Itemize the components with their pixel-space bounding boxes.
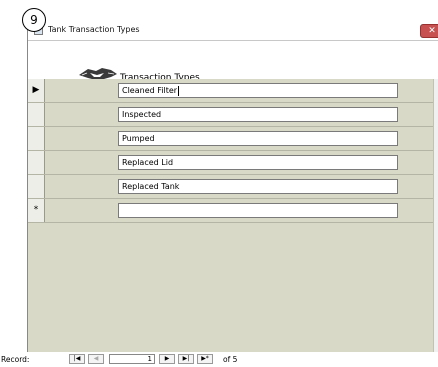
- record-selector[interactable]: [28, 103, 45, 126]
- transaction-type-field[interactable]: Cleaned Filter: [118, 83, 398, 98]
- record-row: Pumped: [28, 127, 438, 151]
- new-record-row: *: [28, 199, 438, 223]
- record-row: Replaced Lid: [28, 151, 438, 175]
- vertical-scrollbar[interactable]: [433, 79, 438, 354]
- callout-number: 9: [30, 13, 38, 27]
- record-row: ▶ Cleaned Filter: [28, 79, 438, 103]
- title-bar: Tank Transaction Types ✕: [28, 22, 438, 41]
- record-selector[interactable]: ▶: [28, 79, 45, 102]
- record-selector[interactable]: [28, 151, 45, 174]
- record-row: Replaced Tank: [28, 175, 438, 199]
- new-record-button[interactable]: ▶*: [197, 354, 213, 364]
- transaction-type-field[interactable]: Pumped: [118, 131, 398, 146]
- form-window: Tank Transaction Types ✕ Transaction Typ…: [27, 22, 438, 367]
- record-selector[interactable]: [28, 127, 45, 150]
- transaction-type-field[interactable]: Replaced Tank: [118, 179, 398, 194]
- text-caret: [178, 85, 180, 96]
- datasheet-area: ▶ Cleaned Filter Inspected Pumped Replac…: [28, 79, 438, 319]
- transaction-type-field[interactable]: Replaced Lid: [118, 155, 398, 170]
- new-record-selector[interactable]: *: [28, 199, 45, 222]
- record-row: Inspected: [28, 103, 438, 127]
- previous-record-button[interactable]: ◀: [88, 354, 104, 364]
- field-value: Cleaned Filter: [122, 86, 178, 95]
- window-title: Tank Transaction Types: [48, 25, 140, 34]
- first-record-button[interactable]: |◀: [69, 354, 85, 364]
- new-transaction-type-field[interactable]: [118, 203, 398, 218]
- next-record-button[interactable]: ▶: [159, 354, 175, 364]
- last-record-button[interactable]: ▶|: [178, 354, 194, 364]
- step-callout: 9: [22, 8, 46, 32]
- close-button[interactable]: ✕: [420, 24, 438, 38]
- current-record-input[interactable]: 1: [109, 354, 155, 364]
- transaction-type-field[interactable]: Inspected: [118, 107, 398, 122]
- record-selector[interactable]: [28, 175, 45, 198]
- record-count: of 5: [223, 355, 238, 364]
- record-label: Record:: [1, 355, 30, 364]
- record-navigation-bar: Record: |◀ ◀ 1 ▶ ▶| ▶* of 5: [0, 352, 438, 367]
